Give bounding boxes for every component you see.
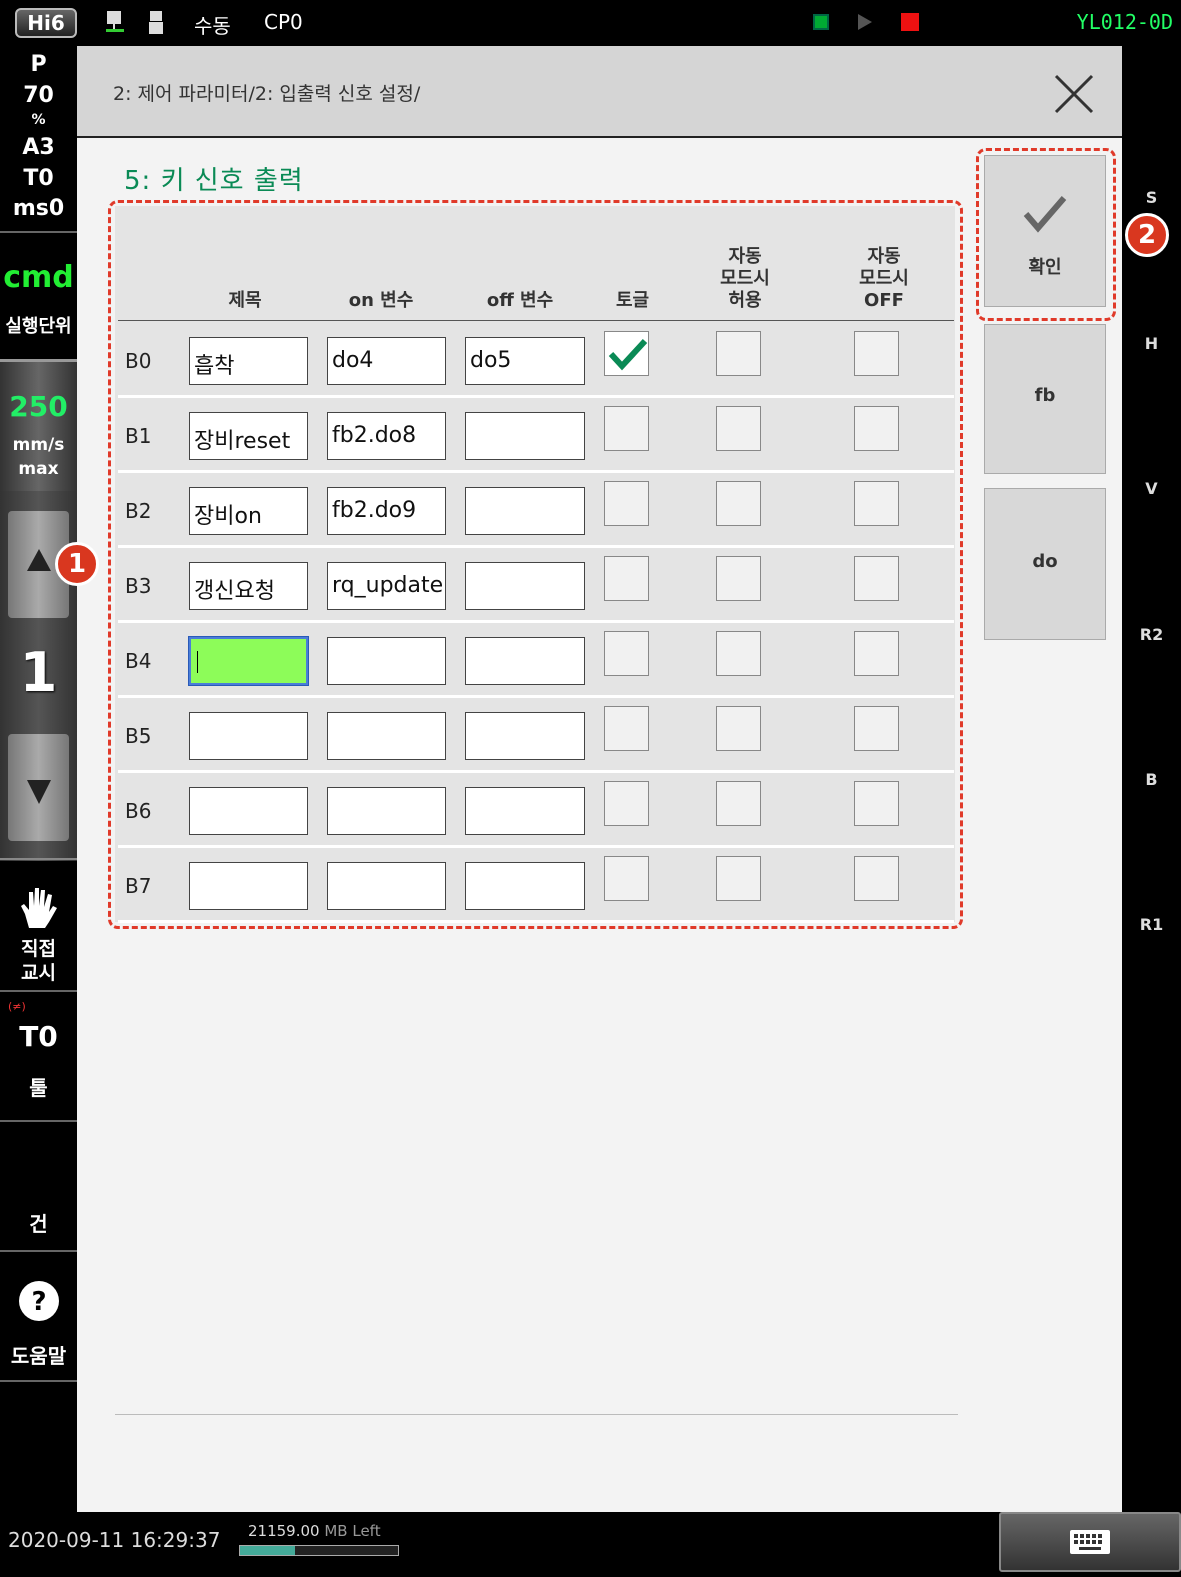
right-strip-item-b[interactable]: B [1122, 770, 1181, 789]
annotation-badge-1: 1 [55, 542, 99, 586]
right-strip-item-r2[interactable]: R2 [1122, 625, 1181, 644]
exec-unit-label: 실행단위 [5, 316, 72, 337]
fb-button[interactable]: fb [984, 324, 1106, 474]
t-value: T0 [23, 166, 54, 191]
speed-unit: mm/s [12, 435, 65, 455]
memory-bar [239, 1545, 399, 1556]
direct-teach-line1: 직접 [21, 938, 56, 960]
speed-value: 250 [9, 390, 68, 423]
breadcrumb: 2: 제어 파라미터/2: 입출력 신호 설정/ [113, 83, 421, 105]
svg-text:?: ? [31, 1287, 46, 1317]
step-value: 1 [19, 641, 58, 704]
hi6-logo: Hi6 [15, 8, 77, 38]
help-label: 도움말 [10, 1344, 67, 1368]
right-strip-item-s[interactable]: S [1122, 188, 1181, 207]
right-strip-item-h[interactable]: H [1122, 334, 1181, 353]
cmd-block[interactable]: cmd 실행단위 [0, 236, 77, 360]
keyboard-icon [1070, 1530, 1110, 1554]
annotation-box-table [108, 200, 963, 929]
help-icon: ? [18, 1281, 59, 1321]
right-strip-item-v[interactable]: V [1122, 479, 1181, 498]
direct-teach-line2: 교시 [21, 962, 56, 984]
ms-value: ms0 [12, 196, 65, 221]
help-button[interactable]: ? 도움말 [0, 1252, 77, 1382]
status-bar: Hi6 수동 CP0 YL012-0D [0, 0, 1181, 46]
annotation-badge-2: 2 [1125, 213, 1169, 257]
dialog-header: 2: 제어 파라미터/2: 입출력 신호 설정/ [77, 46, 1122, 138]
stop-icon [901, 13, 919, 31]
tool-label: 툴 [29, 1076, 48, 1100]
program-label: CP0 [264, 10, 303, 34]
robot-id: YL012-0D [1076, 10, 1173, 34]
p-label: P [30, 52, 47, 77]
datetime: 2020-09-11 16:29:37 [8, 1528, 221, 1552]
right-strip: S H V R2 B R1 [1122, 46, 1181, 1512]
tool-value: T0 [19, 1020, 58, 1053]
arrow-down-icon [27, 780, 51, 804]
servo-indicator-icon [813, 14, 829, 30]
right-strip-item-r1[interactable]: R1 [1122, 915, 1181, 934]
gun-label: 건 [29, 1212, 48, 1236]
memory-bar-fill [240, 1546, 296, 1555]
storage-icon [148, 10, 164, 40]
footer-bar: 2020-09-11 16:29:37 21159.00 MB Left [0, 1512, 1181, 1577]
network-icon [104, 10, 126, 40]
direct-teach-button[interactable]: 직접 교시 [0, 860, 77, 990]
memory-unit: MB Left [324, 1522, 381, 1540]
memory-readout: 21159.00 MB Left [248, 1522, 381, 1540]
do-label: do [1032, 551, 1058, 572]
speed-pct: 70 [23, 83, 54, 108]
hand-icon [20, 888, 57, 928]
fb-label: fb [1034, 385, 1056, 406]
cmd-label: cmd [3, 260, 74, 295]
speed-block[interactable]: 250 mm/s max [0, 362, 77, 491]
close-button[interactable] [1052, 72, 1096, 116]
keyboard-button[interactable] [999, 1512, 1181, 1572]
annotation-box-confirm [976, 148, 1116, 321]
do-button[interactable]: do [984, 488, 1106, 640]
close-icon [1054, 74, 1094, 114]
tool-warning: (≠) [8, 1000, 26, 1013]
a-value: A3 [22, 135, 55, 160]
play-icon [858, 14, 872, 30]
mode-label: 수동 [194, 14, 231, 38]
content-area: 5: 키 신호 출력 제목 on 변수 off 변수 토글 자동 모드시 허용 … [77, 138, 1122, 1512]
memory-value: 21159.00 [248, 1522, 320, 1540]
left-panel: P 70 % A3 T0 ms0 cmd 실행단위 250 mm/s max 1… [0, 46, 77, 1512]
section-title: 5: 키 신호 출력 [124, 166, 304, 196]
pct-symbol: % [31, 112, 46, 128]
speed-max: max [18, 459, 59, 479]
step-down-button[interactable] [8, 734, 69, 841]
gun-button[interactable]: 건 [0, 1122, 77, 1252]
tool-button[interactable]: (≠) T0 툴 [0, 992, 77, 1122]
